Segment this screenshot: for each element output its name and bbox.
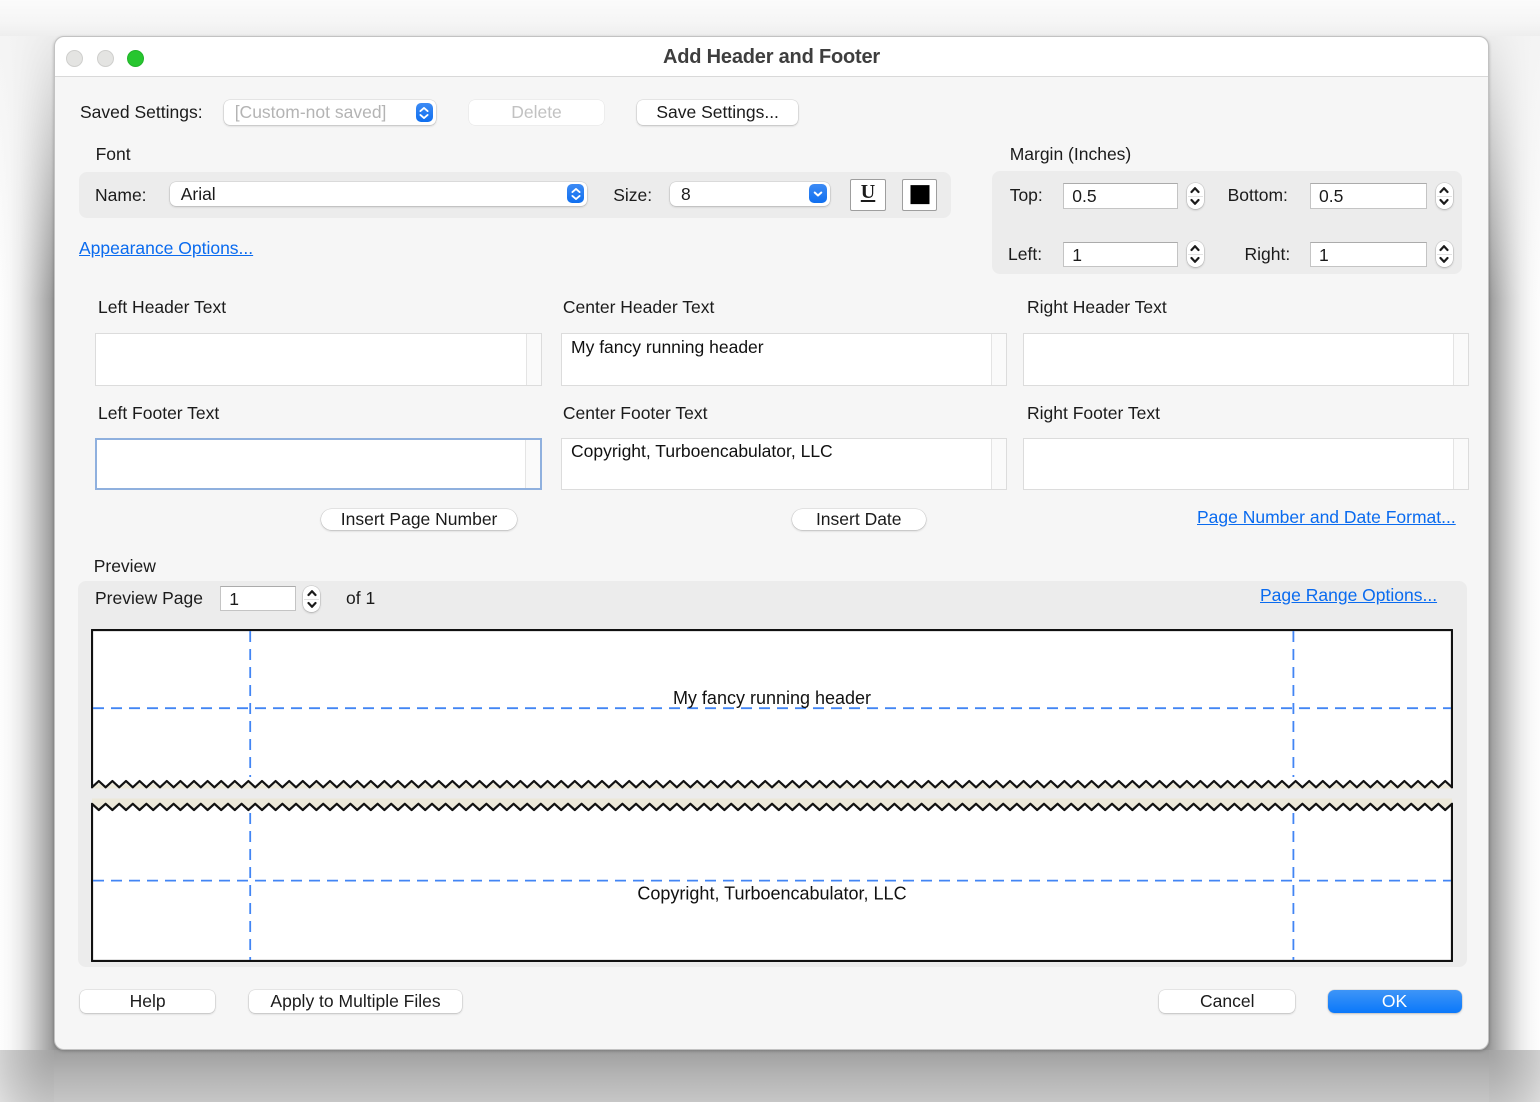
svg-text:My fancy running header: My fancy running header <box>673 688 871 708</box>
svg-text:Copyright, Turboencabulator, L: Copyright, Turboencabulator, LLC <box>637 883 906 903</box>
